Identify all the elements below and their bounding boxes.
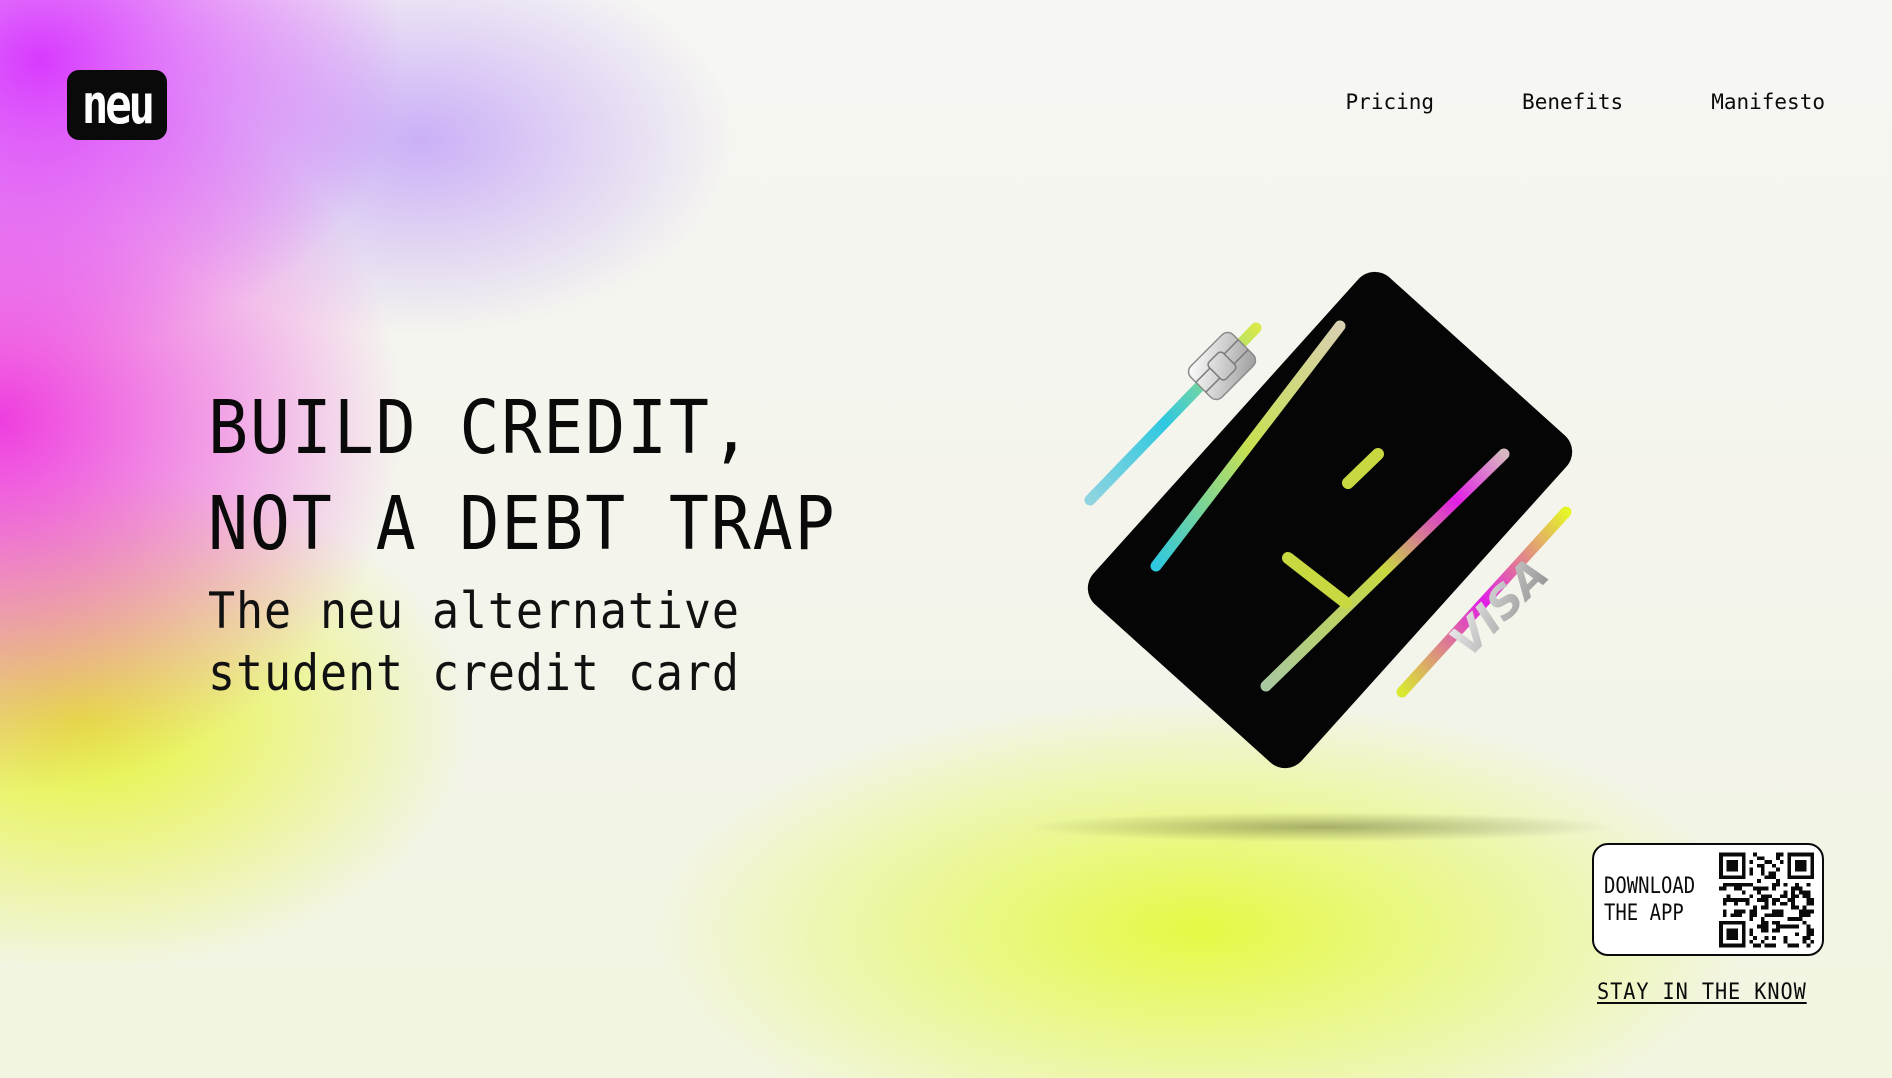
download-line-2: THE APP bbox=[1604, 900, 1684, 926]
headline-line-1: BUILD CREDIT, bbox=[208, 385, 753, 471]
credit-card-image: VISA bbox=[1010, 200, 1650, 840]
headline-line-2: NOT A DEBT TRAP bbox=[208, 481, 837, 567]
main-nav: Pricing Benefits Manifesto bbox=[1346, 90, 1825, 114]
logo-wordmark: neu bbox=[81, 73, 155, 136]
hero-subheadline: The neu alternative student credit card bbox=[208, 580, 740, 704]
hero-headline: BUILD CREDIT, NOT A DEBT TRAP bbox=[208, 380, 836, 572]
stay-in-the-know-link[interactable]: STAY IN THE KNOW bbox=[1597, 980, 1807, 1005]
credit-card-graphic: VISA bbox=[1084, 271, 1573, 769]
nav-link-manifesto[interactable]: Manifesto bbox=[1711, 90, 1825, 114]
download-line-1: DOWNLOAD bbox=[1604, 873, 1696, 899]
site-header: neu Pricing Benefits Manifesto bbox=[0, 0, 1892, 170]
subhead-line-1: The neu alternative bbox=[208, 582, 740, 640]
qr-code-icon[interactable] bbox=[1718, 851, 1814, 948]
download-app-label: DOWNLOAD THE APP bbox=[1604, 873, 1696, 927]
nav-link-benefits[interactable]: Benefits bbox=[1522, 90, 1623, 114]
subhead-line-2: student credit card bbox=[208, 644, 740, 702]
download-app-box[interactable]: DOWNLOAD THE APP bbox=[1592, 843, 1824, 956]
neu-logo[interactable]: neu bbox=[67, 70, 167, 140]
nav-link-pricing[interactable]: Pricing bbox=[1346, 90, 1435, 114]
